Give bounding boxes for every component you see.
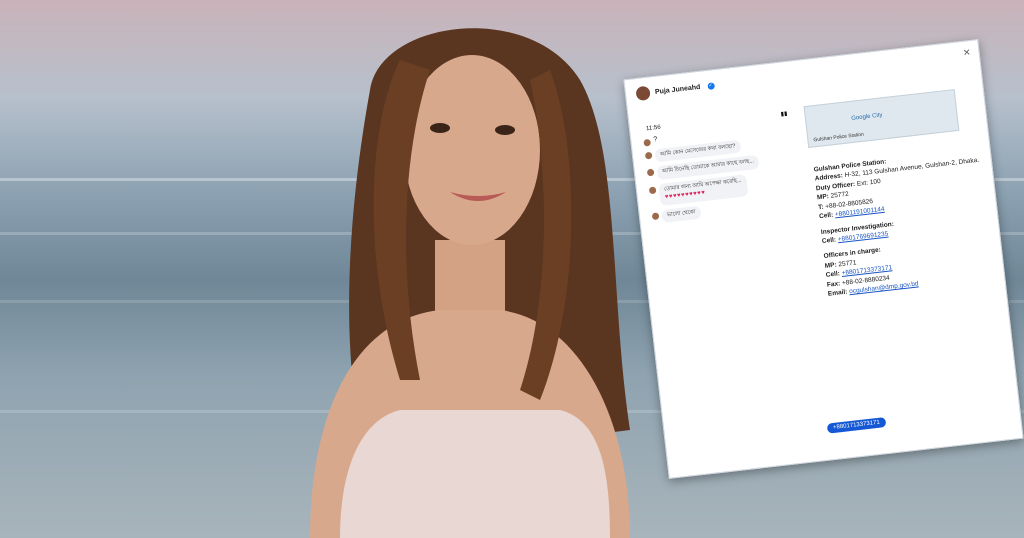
- message-bubble: ভালো থেকো: [661, 205, 702, 224]
- woman-portrait: [310, 28, 630, 538]
- cell-label: Cell:: [818, 211, 834, 221]
- sender-avatar: [644, 151, 653, 160]
- facebook-post-screenshot: Puja Juneahd ✓ ✕ 11:56 ▮▮ ? আমি কোন মেসে…: [623, 39, 1024, 479]
- t-label: T:: [817, 203, 824, 211]
- post-header: Puja Juneahd ✓: [635, 78, 715, 102]
- map-thumbnail[interactable]: Google City Gulshan Police Station: [803, 89, 960, 149]
- close-icon[interactable]: ✕: [962, 47, 971, 59]
- email-label: Email:: [827, 288, 848, 298]
- officers-mp-label: MP:: [824, 261, 838, 270]
- chat-avatar: [643, 138, 652, 147]
- chat-screenshot: 11:56 ▮▮ ? আমি কোন মেসেজের কথা বলছো? আমি…: [641, 109, 824, 415]
- officers-cell-label: Cell:: [825, 270, 841, 280]
- battery-icon: ▮▮: [780, 111, 788, 118]
- author-name: Puja Juneahd: [654, 83, 701, 96]
- sender-avatar: [648, 186, 657, 195]
- status-time: 11:56: [645, 124, 661, 133]
- sender-avatar: [651, 212, 660, 220]
- phone-number-pill[interactable]: +8801713373171: [826, 417, 887, 434]
- map-label: Google City: [850, 112, 883, 122]
- sender-avatar: [646, 169, 655, 177]
- duty-officer-value: Ext: 100: [856, 177, 882, 188]
- officers-fax-label: Fax:: [826, 279, 841, 289]
- police-station-info: Gulshan Police Station: Address: H-32, 1…: [813, 140, 998, 299]
- mp-label: MP:: [816, 193, 830, 202]
- author-avatar: [635, 85, 651, 102]
- mp-value: 25772: [830, 191, 850, 201]
- map-sublabel: Gulshan Police Station: [813, 131, 865, 144]
- chat-header-name: ?: [653, 136, 658, 144]
- inspector-cell-label: Cell:: [821, 236, 837, 245]
- verified-icon: ✓: [706, 81, 715, 90]
